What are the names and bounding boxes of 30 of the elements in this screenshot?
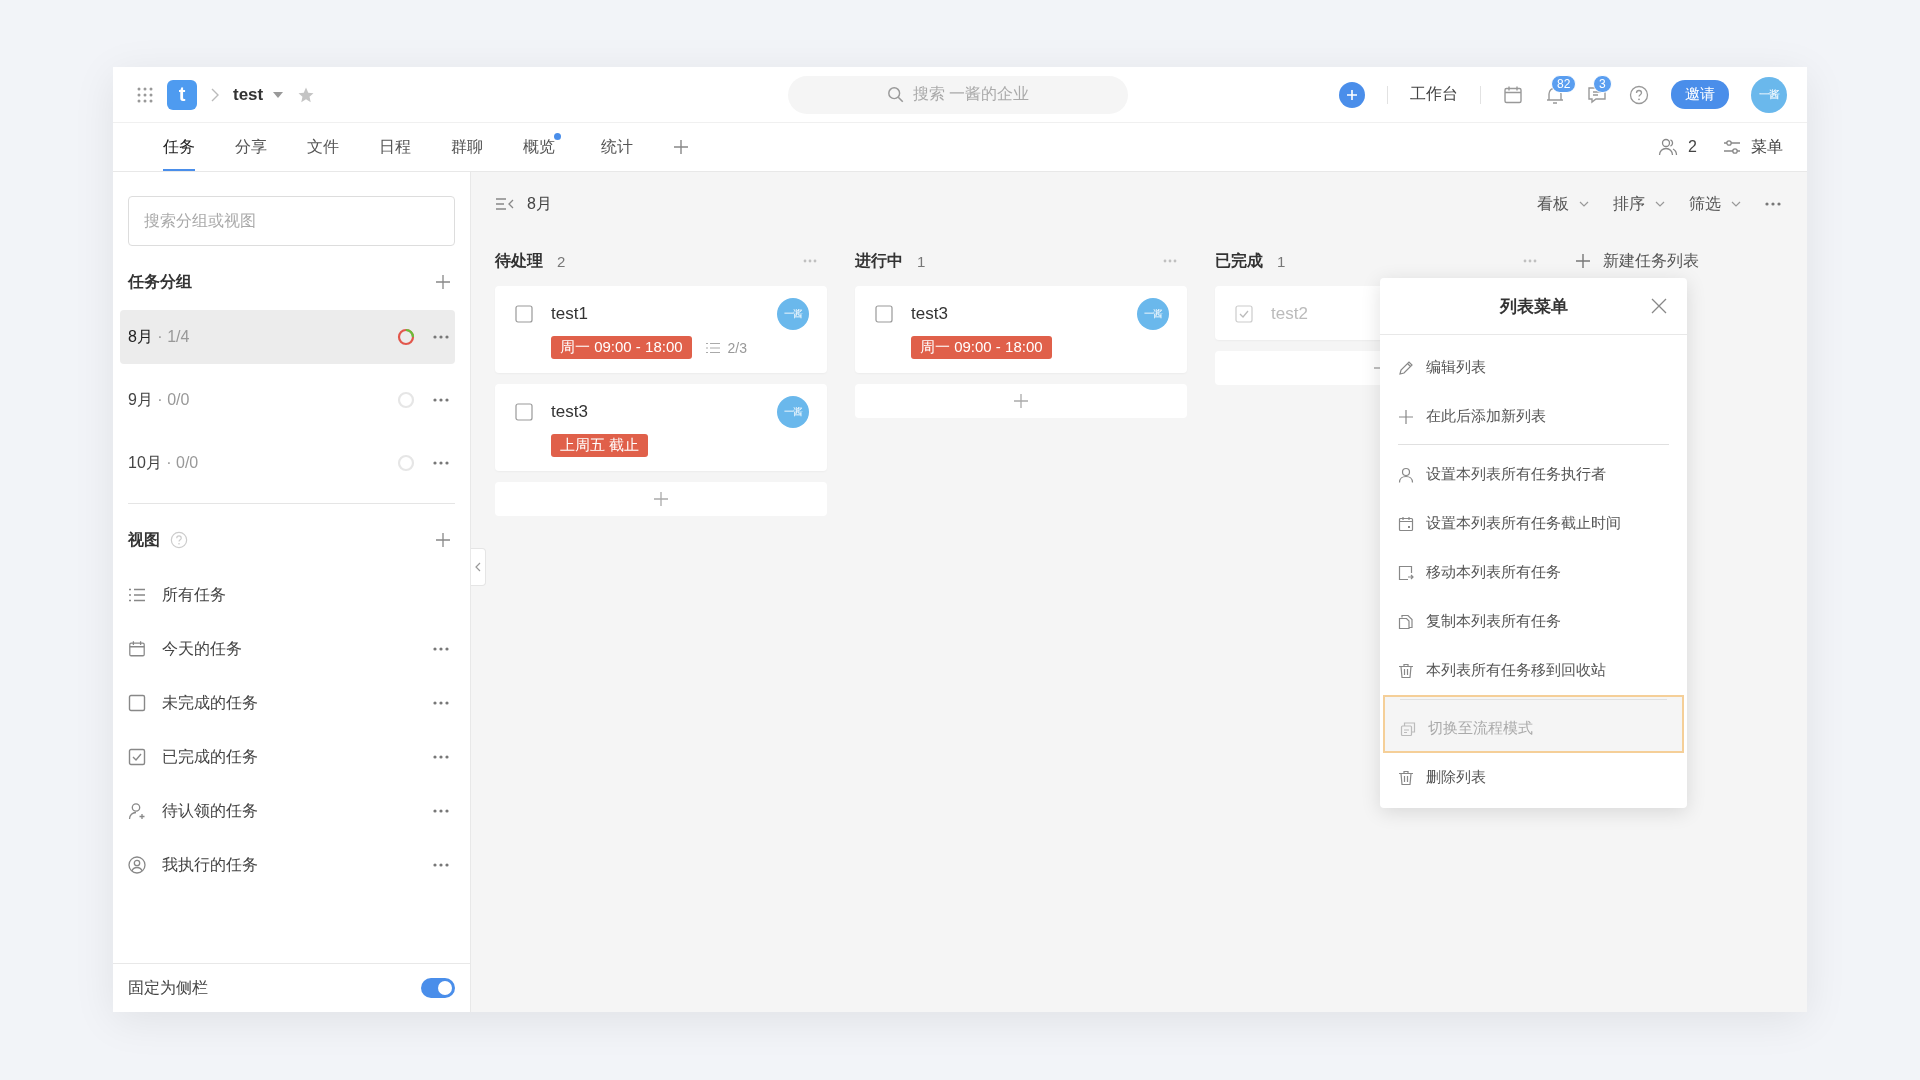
view-label: 我执行的任务 (162, 854, 258, 875)
view-label: 已完成的任务 (162, 746, 258, 767)
task-title: test1 (551, 304, 588, 324)
column-title: 待处理 (495, 250, 543, 271)
due-tag: 上周五 截止 (551, 434, 649, 457)
message-badge: 3 (1593, 74, 1612, 93)
view-label: 待认领的任务 (162, 800, 258, 821)
task-title: test2 (1271, 304, 1308, 324)
task-title: test3 (911, 304, 948, 324)
due-tag: 周一 09:00 - 18:00 (911, 336, 1052, 359)
group-label: 10月 · 0/0 (128, 452, 199, 473)
column-title: 进行中 (855, 250, 903, 271)
section-title: 视图 (128, 529, 160, 550)
menu-title: 列表菜单 (1499, 295, 1568, 318)
column-title: 已完成 (1215, 250, 1263, 271)
section-title: 任务分组 (128, 271, 192, 292)
pin-label: 固定为侧栏 (128, 977, 208, 998)
notification-badge: 82 (1551, 74, 1577, 93)
column-count: 2 (557, 252, 566, 270)
group-label: 9月 · 0/0 (128, 389, 190, 410)
view-label: 未完成的任务 (162, 692, 258, 713)
view-label: 所有任务 (162, 584, 226, 605)
task-title: test3 (551, 402, 588, 422)
subtask-count: 2/3 (727, 339, 748, 356)
board-title: 8月 (527, 193, 552, 214)
due-tag: 周一 09:00 - 18:00 (551, 336, 692, 359)
group-label: 8月 · 1/4 (128, 326, 190, 347)
column-count: 1 (917, 252, 926, 270)
column-count: 1 (1277, 252, 1286, 270)
view-label: 今天的任务 (162, 638, 242, 659)
